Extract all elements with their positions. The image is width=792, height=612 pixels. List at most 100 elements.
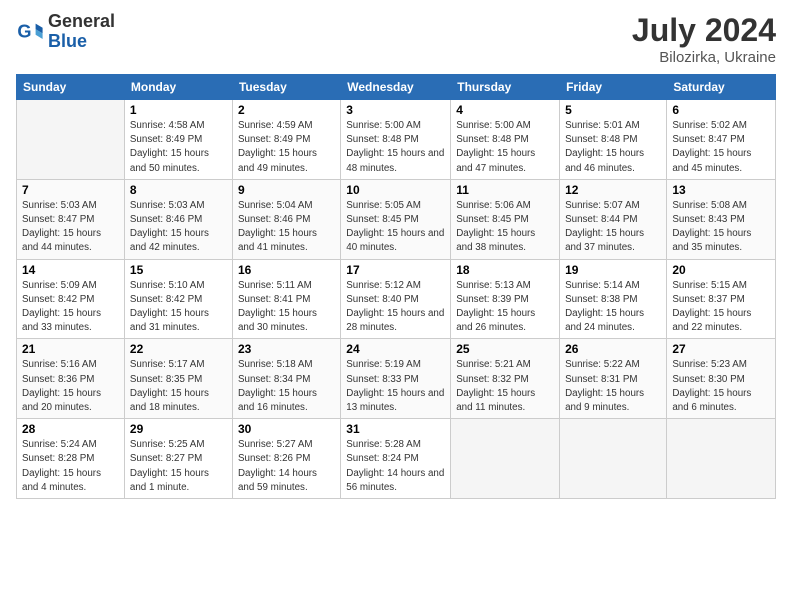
calendar: SundayMondayTuesdayWednesdayThursdayFrid… xyxy=(16,74,776,499)
day-header-monday: Monday xyxy=(124,75,232,100)
day-info: Sunrise: 4:59 AMSunset: 8:49 PMDaylight:… xyxy=(238,119,335,176)
calendar-cell: 29Sunrise: 5:25 AMSunset: 8:27 PMDayligh… xyxy=(124,419,232,499)
calendar-cell: 31 Sunrise: 5:28 AMSunset: 8:24 PMDayligh… xyxy=(341,419,451,499)
day-number: 15 xyxy=(130,263,227,277)
calendar-cell xyxy=(560,419,667,499)
day-info: Sunrise: 5:12 AMSunset: 8:40 PMDaylight:… xyxy=(346,279,445,336)
day-info: Sunrise: 5:24 AMSunset: 8:28 PMDaylight:… xyxy=(22,438,119,495)
day-number: 16 xyxy=(238,263,335,277)
calendar-cell: 7Sunrise: 5:03 AMSunset: 8:47 PMDaylight… xyxy=(17,179,125,259)
day-info: Sunrise: 5:14 AMSunset: 8:38 PMDaylight:… xyxy=(565,279,661,336)
day-info: Sunrise: 5:03 AMSunset: 8:47 PMDaylight:… xyxy=(22,199,119,256)
calendar-cell: 12 Sunrise: 5:07 AMSunset: 8:44 PMDayligh… xyxy=(560,179,667,259)
calendar-cell: 30Sunrise: 5:27 AMSunset: 8:26 PMDayligh… xyxy=(232,419,340,499)
day-number: 31 xyxy=(346,422,445,436)
calendar-cell: 8 Sunrise: 5:03 AMSunset: 8:46 PMDaylight… xyxy=(124,179,232,259)
calendar-cell: 20 Sunrise: 5:15 AMSunset: 8:37 PMDayligh… xyxy=(667,259,776,339)
day-header-thursday: Thursday xyxy=(451,75,560,100)
day-info: Sunrise: 5:07 AMSunset: 8:44 PMDaylight:… xyxy=(565,199,661,256)
day-number: 5 xyxy=(565,103,661,117)
day-number: 19 xyxy=(565,263,661,277)
month-year: July 2024 xyxy=(632,12,776,49)
day-header-saturday: Saturday xyxy=(667,75,776,100)
calendar-cell: 21 Sunrise: 5:16 AMSunset: 8:36 PMDayligh… xyxy=(17,339,125,419)
day-number: 14 xyxy=(22,263,119,277)
calendar-cell: 11Sunrise: 5:06 AMSunset: 8:45 PMDayligh… xyxy=(451,179,560,259)
calendar-cell: 25Sunrise: 5:21 AMSunset: 8:32 PMDayligh… xyxy=(451,339,560,419)
day-header-wednesday: Wednesday xyxy=(341,75,451,100)
day-info: Sunrise: 5:17 AMSunset: 8:35 PMDaylight:… xyxy=(130,358,227,415)
day-number: 3 xyxy=(346,103,445,117)
location: Bilozirka, Ukraine xyxy=(632,49,776,66)
day-number: 21 xyxy=(22,342,119,356)
day-info: Sunrise: 5:15 AMSunset: 8:37 PMDaylight:… xyxy=(672,279,770,336)
day-info: Sunrise: 5:27 AMSunset: 8:26 PMDaylight:… xyxy=(238,438,335,495)
day-info: Sunrise: 5:22 AMSunset: 8:31 PMDaylight:… xyxy=(565,358,661,415)
day-number: 12 xyxy=(565,183,661,197)
calendar-cell: 28 Sunrise: 5:24 AMSunset: 8:28 PMDayligh… xyxy=(17,419,125,499)
day-number: 29 xyxy=(130,422,227,436)
day-info: Sunrise: 5:05 AMSunset: 8:45 PMDaylight:… xyxy=(346,199,445,256)
day-number: 9 xyxy=(238,183,335,197)
day-info: Sunrise: 5:13 AMSunset: 8:39 PMDaylight:… xyxy=(456,279,554,336)
day-info: Sunrise: 4:58 AMSunset: 8:49 PMDaylight:… xyxy=(130,119,227,176)
calendar-cell xyxy=(17,100,125,180)
day-number: 4 xyxy=(456,103,554,117)
day-number: 10 xyxy=(346,183,445,197)
logo-icon: G xyxy=(16,18,44,46)
day-info: Sunrise: 5:09 AMSunset: 8:42 PMDaylight:… xyxy=(22,279,119,336)
day-info: Sunrise: 5:19 AMSunset: 8:33 PMDaylight:… xyxy=(346,358,445,415)
calendar-cell: 24 Sunrise: 5:19 AMSunset: 8:33 PMDayligh… xyxy=(341,339,451,419)
calendar-cell xyxy=(667,419,776,499)
day-info: Sunrise: 5:03 AMSunset: 8:46 PMDaylight:… xyxy=(130,199,227,256)
day-number: 13 xyxy=(672,183,770,197)
calendar-cell xyxy=(451,419,560,499)
calendar-cell: 22 Sunrise: 5:17 AMSunset: 8:35 PMDayligh… xyxy=(124,339,232,419)
day-header-tuesday: Tuesday xyxy=(232,75,340,100)
calendar-cell: 26Sunrise: 5:22 AMSunset: 8:31 PMDayligh… xyxy=(560,339,667,419)
calendar-cell: 18 Sunrise: 5:13 AMSunset: 8:39 PMDayligh… xyxy=(451,259,560,339)
day-number: 27 xyxy=(672,342,770,356)
day-number: 20 xyxy=(672,263,770,277)
svg-text:G: G xyxy=(17,21,31,41)
calendar-cell: 23 Sunrise: 5:18 AMSunset: 8:34 PMDayligh… xyxy=(232,339,340,419)
day-info: Sunrise: 5:06 AMSunset: 8:45 PMDaylight:… xyxy=(456,199,554,256)
day-info: Sunrise: 5:10 AMSunset: 8:42 PMDaylight:… xyxy=(130,279,227,336)
day-number: 17 xyxy=(346,263,445,277)
day-number: 1 xyxy=(130,103,227,117)
day-info: Sunrise: 5:16 AMSunset: 8:36 PMDaylight:… xyxy=(22,358,119,415)
title-block: July 2024 Bilozirka, Ukraine xyxy=(632,12,776,66)
day-info: Sunrise: 5:28 AMSunset: 8:24 PMDaylight:… xyxy=(346,438,445,495)
calendar-cell: 6Sunrise: 5:02 AMSunset: 8:47 PMDaylight… xyxy=(667,100,776,180)
calendar-cell: 27 Sunrise: 5:23 AMSunset: 8:30 PMDayligh… xyxy=(667,339,776,419)
day-info: Sunrise: 5:02 AMSunset: 8:47 PMDaylight:… xyxy=(672,119,770,176)
calendar-cell: 14 Sunrise: 5:09 AMSunset: 8:42 PMDayligh… xyxy=(17,259,125,339)
calendar-cell: 9 Sunrise: 5:04 AMSunset: 8:46 PMDaylight… xyxy=(232,179,340,259)
day-info: Sunrise: 5:04 AMSunset: 8:46 PMDaylight:… xyxy=(238,199,335,256)
day-info: Sunrise: 5:23 AMSunset: 8:30 PMDaylight:… xyxy=(672,358,770,415)
day-number: 22 xyxy=(130,342,227,356)
logo-blue-text: Blue xyxy=(48,32,115,52)
day-info: Sunrise: 5:18 AMSunset: 8:34 PMDaylight:… xyxy=(238,358,335,415)
day-header-sunday: Sunday xyxy=(17,75,125,100)
day-number: 28 xyxy=(22,422,119,436)
day-number: 8 xyxy=(130,183,227,197)
day-number: 23 xyxy=(238,342,335,356)
day-header-friday: Friday xyxy=(560,75,667,100)
calendar-cell: 19 Sunrise: 5:14 AMSunset: 8:38 PMDayligh… xyxy=(560,259,667,339)
calendar-cell: 16Sunrise: 5:11 AMSunset: 8:41 PMDayligh… xyxy=(232,259,340,339)
calendar-cell: 2 Sunrise: 4:59 AMSunset: 8:49 PMDaylight… xyxy=(232,100,340,180)
day-info: Sunrise: 5:00 AMSunset: 8:48 PMDaylight:… xyxy=(346,119,445,176)
day-number: 24 xyxy=(346,342,445,356)
calendar-cell: 3 Sunrise: 5:00 AMSunset: 8:48 PMDaylight… xyxy=(341,100,451,180)
day-info: Sunrise: 5:00 AMSunset: 8:48 PMDaylight:… xyxy=(456,119,554,176)
calendar-cell: 5Sunrise: 5:01 AMSunset: 8:48 PMDaylight… xyxy=(560,100,667,180)
calendar-cell: 10 Sunrise: 5:05 AMSunset: 8:45 PMDayligh… xyxy=(341,179,451,259)
calendar-cell: 15 Sunrise: 5:10 AMSunset: 8:42 PMDayligh… xyxy=(124,259,232,339)
day-number: 18 xyxy=(456,263,554,277)
calendar-cell: 1 Sunrise: 4:58 AMSunset: 8:49 PMDaylight… xyxy=(124,100,232,180)
day-number: 2 xyxy=(238,103,335,117)
logo: G General Blue xyxy=(16,12,115,52)
calendar-cell: 13Sunrise: 5:08 AMSunset: 8:43 PMDayligh… xyxy=(667,179,776,259)
calendar-cell: 4 Sunrise: 5:00 AMSunset: 8:48 PMDaylight… xyxy=(451,100,560,180)
